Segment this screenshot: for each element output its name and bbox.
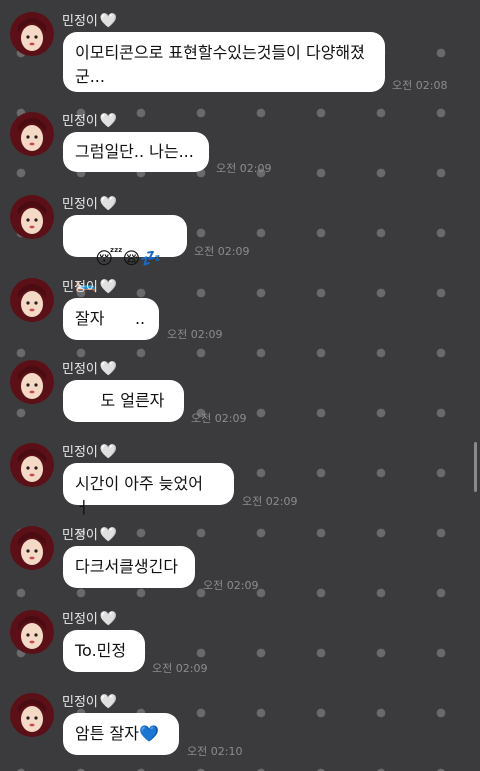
sleepy-face-icon: 😪 (122, 249, 141, 269)
sleeping-face-icon: 😴 (95, 249, 123, 269)
message-bubble[interactable]: 잘자 .. (63, 298, 159, 340)
avatar[interactable] (10, 112, 54, 156)
white-heart-icon: 🤍 (99, 113, 118, 129)
message-timestamp: 오전 02:08 (392, 79, 448, 92)
message-timestamp: 오전 02:09 (203, 579, 259, 592)
message-bubble[interactable]: 암튼 잘자💙 (63, 713, 179, 755)
sender-name: 민정이 🤍 (62, 694, 118, 710)
sender-name: 민정이 🤍 (62, 361, 118, 377)
message-timestamp: 오전 02:09 (152, 662, 208, 675)
avatar[interactable] (10, 443, 54, 487)
message-timestamp: 오전 02:09 (216, 162, 272, 175)
message-bubble[interactable]: 다크서클생긴다 (63, 546, 195, 588)
white-heart-icon: 🤍 (99, 527, 118, 543)
sender-name: 민정이 🤍 (62, 611, 118, 627)
white-heart-icon: 🤍 (99, 279, 118, 295)
message-bubble[interactable]: 그럼일단.. 나는... (63, 132, 209, 172)
avatar[interactable] (10, 360, 54, 404)
message-timestamp: 오전 02:10 (187, 745, 243, 758)
message-bubble[interactable]: 시간이 아주 늦었어 ㅓ (63, 463, 234, 517)
message-timestamp: 오전 02:09 (242, 495, 298, 508)
white-heart-icon: 🤍 (99, 196, 118, 212)
zzz-icon: 💤 (140, 249, 162, 269)
sender-name: 민정이 🤍 (62, 527, 118, 543)
sender-name: 민정이 🤍 (62, 196, 118, 212)
avatar[interactable] (10, 12, 54, 56)
sender-name: 민정이 🤍 (62, 13, 118, 29)
white-heart-icon: 🤍 (99, 694, 118, 710)
scrollbar-thumb[interactable] (474, 442, 477, 492)
message-bubble[interactable]: To.민정 (63, 630, 145, 672)
sender-name: 민정이 🤍 (62, 279, 118, 295)
message-bubble[interactable]: 이모티콘으로 표현할수있는것들이 다양해졌 군... (63, 32, 385, 92)
avatar[interactable] (10, 610, 54, 654)
white-heart-icon: 🤍 (99, 13, 118, 29)
white-heart-icon: 🤍 (99, 611, 118, 627)
sender-name: 민정이 🤍 (62, 113, 118, 129)
sender-name: 민정이 🤍 (62, 444, 118, 460)
avatar[interactable] (10, 526, 54, 570)
white-heart-icon: 🤍 (99, 361, 118, 377)
white-heart-icon: 🤍 (99, 444, 118, 460)
message-bubble[interactable]: 도 얼른자 (63, 380, 184, 422)
avatar[interactable] (10, 693, 54, 737)
message-timestamp: 오전 02:09 (191, 412, 247, 425)
message-timestamp: 오전 02:09 (167, 328, 223, 341)
message-bubble[interactable]: 😴😪💤🛏️ (63, 215, 187, 293)
avatar[interactable] (10, 278, 54, 322)
message-timestamp: 오전 02:09 (194, 245, 250, 258)
avatar[interactable] (10, 195, 54, 239)
